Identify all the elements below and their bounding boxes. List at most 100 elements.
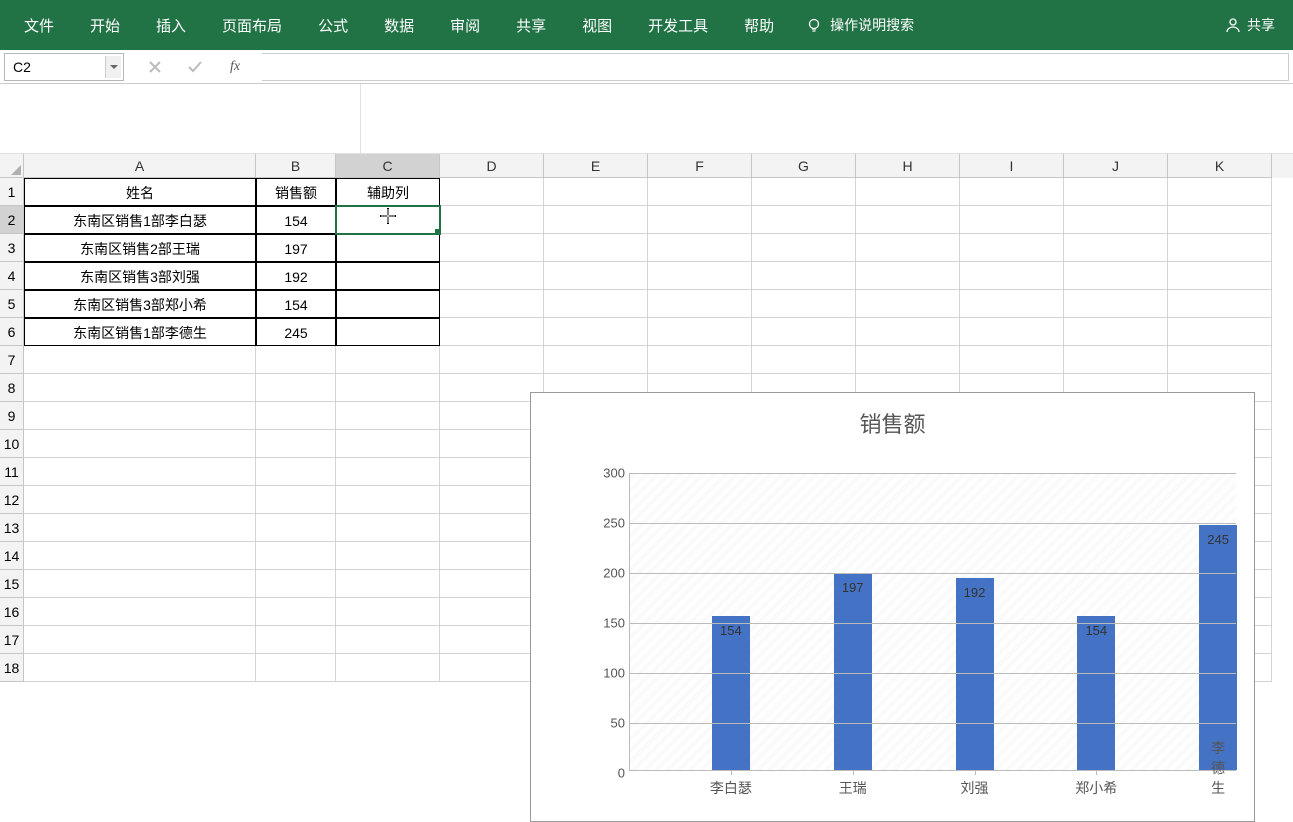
cell-B6[interactable]: 245 (256, 318, 336, 346)
cell-C18[interactable] (336, 654, 440, 682)
column-header-I[interactable]: I (960, 154, 1064, 178)
cell-A5[interactable]: 东南区销售3部郑小希 (24, 290, 256, 318)
cell-J6[interactable] (1064, 318, 1168, 346)
cell-A2[interactable]: 东南区销售1部李白瑟 (24, 206, 256, 234)
cell-A12[interactable] (24, 486, 256, 514)
cell-G2[interactable] (752, 206, 856, 234)
chart-bar[interactable] (1199, 525, 1237, 770)
cell-A11[interactable] (24, 458, 256, 486)
cell-C6[interactable] (336, 318, 440, 346)
cell-K7[interactable] (1168, 346, 1272, 374)
cell-B7[interactable] (256, 346, 336, 374)
row-header-11[interactable]: 11 (0, 458, 24, 486)
select-all-corner[interactable] (0, 154, 24, 178)
column-header-F[interactable]: F (648, 154, 752, 178)
row-header-14[interactable]: 14 (0, 542, 24, 570)
cell-C3[interactable] (336, 234, 440, 262)
cell-F7[interactable] (648, 346, 752, 374)
chart-bar[interactable] (956, 578, 994, 770)
cell-C14[interactable] (336, 542, 440, 570)
cell-G5[interactable] (752, 290, 856, 318)
cell-D1[interactable] (440, 178, 544, 206)
column-header-E[interactable]: E (544, 154, 648, 178)
cell-A3[interactable]: 东南区销售2部王瑞 (24, 234, 256, 262)
cell-K5[interactable] (1168, 290, 1272, 318)
cell-I6[interactable] (960, 318, 1064, 346)
cell-F4[interactable] (648, 262, 752, 290)
cell-D2[interactable] (440, 206, 544, 234)
cell-B15[interactable] (256, 570, 336, 598)
cell-A7[interactable] (24, 346, 256, 374)
cell-J5[interactable] (1064, 290, 1168, 318)
cell-B14[interactable] (256, 542, 336, 570)
cell-D4[interactable] (440, 262, 544, 290)
cell-B9[interactable] (256, 402, 336, 430)
cell-A8[interactable] (24, 374, 256, 402)
cell-J2[interactable] (1064, 206, 1168, 234)
cell-D18[interactable] (440, 654, 544, 682)
cell-B12[interactable] (256, 486, 336, 514)
ribbon-tab-帮助[interactable]: 帮助 (726, 0, 792, 50)
chart-bar[interactable] (1077, 616, 1115, 770)
cell-E4[interactable] (544, 262, 648, 290)
cell-C10[interactable] (336, 430, 440, 458)
cell-B13[interactable] (256, 514, 336, 542)
cell-C16[interactable] (336, 598, 440, 626)
row-header-18[interactable]: 18 (0, 654, 24, 682)
cell-C4[interactable] (336, 262, 440, 290)
ribbon-tab-审阅[interactable]: 审阅 (432, 0, 498, 50)
cell-H4[interactable] (856, 262, 960, 290)
row-header-8[interactable]: 8 (0, 374, 24, 402)
row-header-7[interactable]: 7 (0, 346, 24, 374)
name-box-dropdown[interactable] (105, 56, 121, 78)
cell-D10[interactable] (440, 430, 544, 458)
row-header-3[interactable]: 3 (0, 234, 24, 262)
cell-I1[interactable] (960, 178, 1064, 206)
cell-B10[interactable] (256, 430, 336, 458)
cell-G1[interactable] (752, 178, 856, 206)
cell-H2[interactable] (856, 206, 960, 234)
column-header-D[interactable]: D (440, 154, 544, 178)
column-header-G[interactable]: G (752, 154, 856, 178)
cell-D14[interactable] (440, 542, 544, 570)
column-header-A[interactable]: A (24, 154, 256, 178)
cell-B2[interactable]: 154 (256, 206, 336, 234)
ribbon-tab-数据[interactable]: 数据 (366, 0, 432, 50)
cell-C12[interactable] (336, 486, 440, 514)
column-header-J[interactable]: J (1064, 154, 1168, 178)
column-header-H[interactable]: H (856, 154, 960, 178)
row-header-2[interactable]: 2 (0, 206, 24, 234)
cell-D8[interactable] (440, 374, 544, 402)
chart-bar[interactable] (712, 616, 750, 770)
chart-bar[interactable] (834, 573, 872, 770)
cell-D3[interactable] (440, 234, 544, 262)
cell-J3[interactable] (1064, 234, 1168, 262)
cell-B1[interactable]: 销售额 (256, 178, 336, 206)
cell-D7[interactable] (440, 346, 544, 374)
cell-I2[interactable] (960, 206, 1064, 234)
cell-C13[interactable] (336, 514, 440, 542)
cell-I4[interactable] (960, 262, 1064, 290)
cell-H6[interactable] (856, 318, 960, 346)
enter-formula-button[interactable] (178, 53, 212, 81)
row-header-12[interactable]: 12 (0, 486, 24, 514)
row-header-17[interactable]: 17 (0, 626, 24, 654)
ribbon-tab-文件[interactable]: 文件 (6, 0, 72, 50)
row-header-4[interactable]: 4 (0, 262, 24, 290)
share-button[interactable]: 共享 (1213, 15, 1287, 35)
cell-G4[interactable] (752, 262, 856, 290)
cell-C5[interactable] (336, 290, 440, 318)
cell-E5[interactable] (544, 290, 648, 318)
cell-D9[interactable] (440, 402, 544, 430)
cell-F1[interactable] (648, 178, 752, 206)
cell-H5[interactable] (856, 290, 960, 318)
ribbon-tab-共享[interactable]: 共享 (498, 0, 564, 50)
cell-B11[interactable] (256, 458, 336, 486)
tell-me-search[interactable]: 操作说明搜索 (792, 15, 928, 35)
cell-K6[interactable] (1168, 318, 1272, 346)
cell-J1[interactable] (1064, 178, 1168, 206)
cell-B8[interactable] (256, 374, 336, 402)
ribbon-tab-开发工具[interactable]: 开发工具 (630, 0, 726, 50)
cell-C7[interactable] (336, 346, 440, 374)
cell-K2[interactable] (1168, 206, 1272, 234)
